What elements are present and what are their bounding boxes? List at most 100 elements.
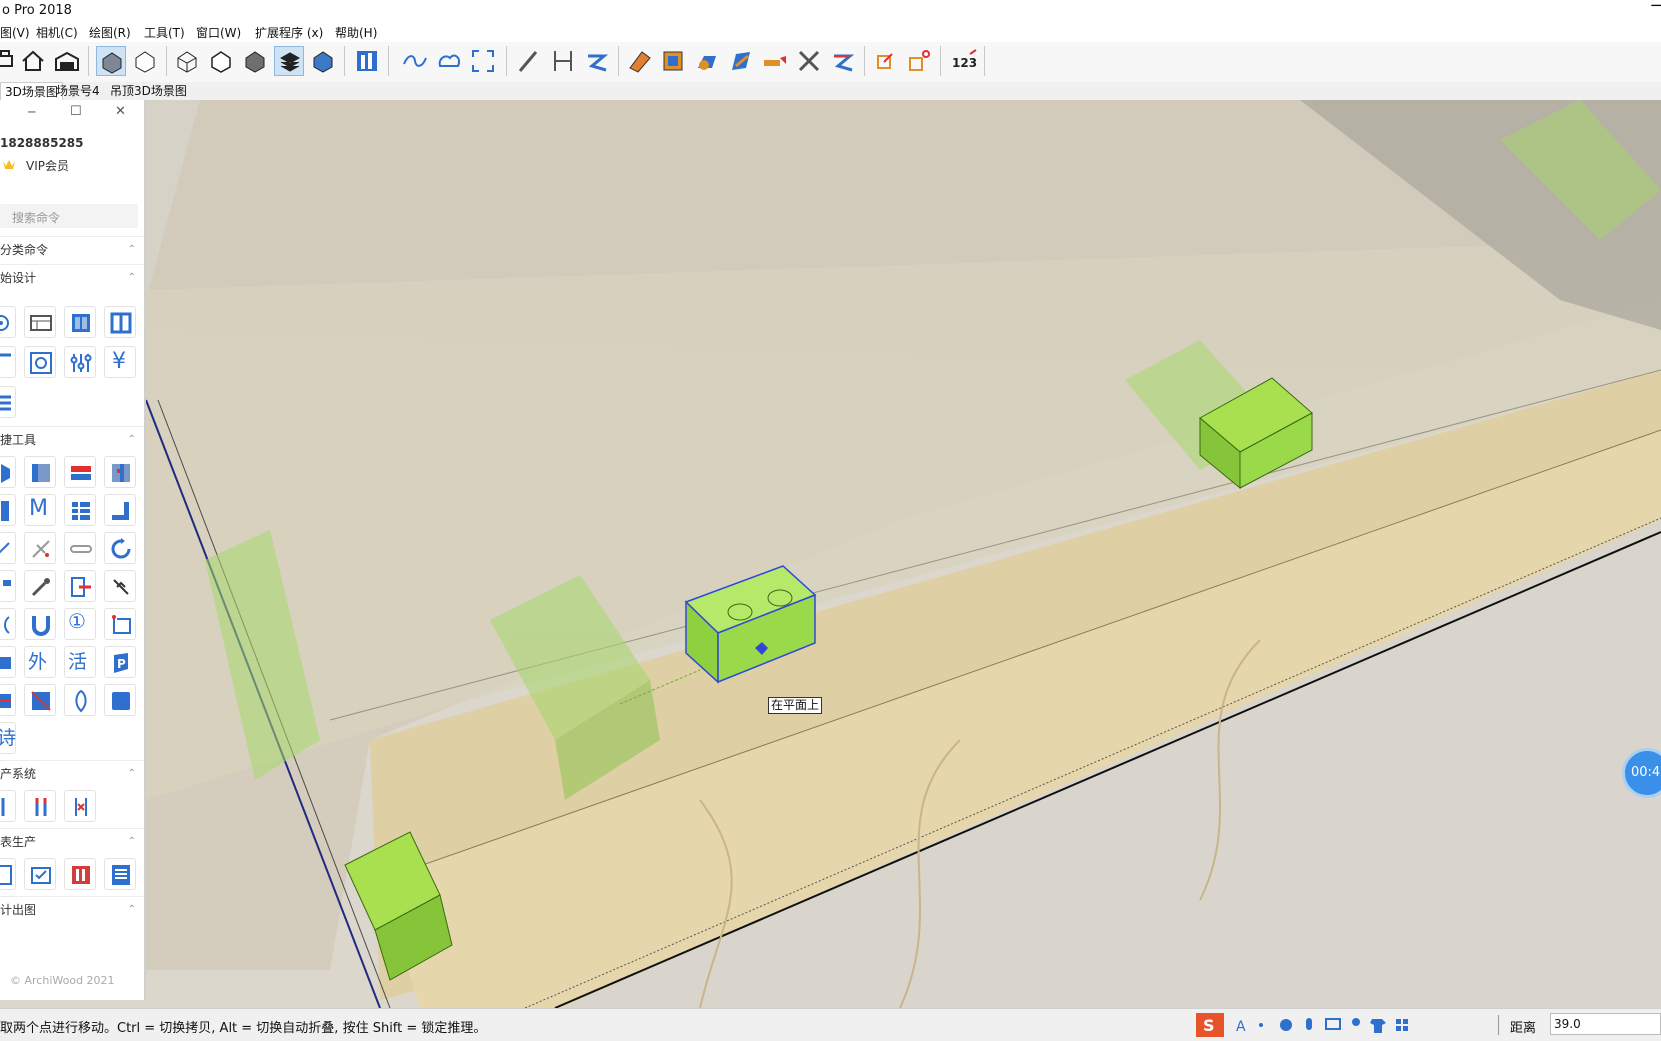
p-badge-icon[interactable]: P [104,646,136,678]
double-drill-icon[interactable] [24,790,56,822]
counter-123-icon[interactable]: 123 [950,46,980,76]
red-line-icon[interactable] [0,684,16,716]
zoom-extents-icon[interactable] [468,46,498,76]
search-input[interactable]: 搜索命令 [0,204,138,228]
archiwood-panel: ─ ☐ ✕ 1828885285 VIP会员 搜索命令 分类命令 ⌃ 始设计 ⌃ ¥… [0,100,146,1000]
menu-camera[interactable]: 相机(C) [36,24,78,41]
remove-drill-icon[interactable] [64,790,96,822]
home-icon[interactable] [18,46,48,76]
section-production-system[interactable]: 产系统 ⌃ [0,760,144,787]
tape-measure-icon[interactable] [760,46,790,76]
section-quick-tools[interactable]: 捷工具 ⌃ [0,426,144,453]
movable-tool-icon[interactable]: 活 [64,646,96,678]
rotate-shape-icon[interactable] [104,570,136,602]
pencil-draw-icon[interactable] [0,532,16,564]
monochrome-icon[interactable] [274,46,304,76]
section-icon[interactable] [352,46,382,76]
box-3d-icon[interactable] [0,456,16,488]
settings-gear-icon[interactable] [0,306,16,338]
poem-tool-icon[interactable]: 诗 [0,722,16,754]
vertical-divider-icon[interactable] [104,456,136,488]
menu-help[interactable]: 帮助(H) [335,24,377,41]
side-panel-icon[interactable] [24,456,56,488]
u-channel-icon[interactable] [24,608,56,640]
menu-view[interactable]: 图(V) [0,24,30,41]
checklist-icon[interactable] [24,858,56,890]
pan-icon[interactable] [434,46,464,76]
refresh-icon[interactable] [104,532,136,564]
outer-tool-icon[interactable]: 外 [24,646,56,678]
menu-draw[interactable]: 绘图(R) [89,24,131,41]
menu-bar: 图(V) 相机(C) 绘图(R) 工具(T) 窗口(W) 扩展程序 (x) 帮助… [0,22,1661,42]
svg-text:P: P [117,657,126,671]
cabinet-frame-icon[interactable] [24,306,56,338]
block-icon[interactable] [0,646,16,678]
iso-view-icon[interactable] [96,46,126,76]
panel-frame-icon[interactable] [104,306,136,338]
red-shelf-icon[interactable] [64,456,96,488]
drill-icon[interactable] [0,790,16,822]
xray-icon[interactable] [308,46,338,76]
report-list-icon[interactable] [104,858,136,890]
price-yuan-icon[interactable]: ¥ [104,346,136,378]
measure-tool-icon[interactable] [24,532,56,564]
eyedropper-icon[interactable] [24,570,56,602]
print-icon[interactable] [0,46,20,76]
rotate-icon[interactable] [870,46,900,76]
menu-window[interactable]: 窗口(W) [196,24,241,41]
corner-frame-icon[interactable] [104,608,136,640]
sliders-icon[interactable] [64,346,96,378]
shaded-view-icon[interactable] [130,46,160,76]
distance-label: 距离 [1510,1021,1537,1036]
eraser-icon[interactable] [624,46,654,76]
list-icon[interactable] [0,386,16,418]
offset-icon[interactable] [726,46,756,76]
dimension-icon[interactable] [548,46,578,76]
section-category-commands[interactable]: 分类命令 ⌃ [0,236,144,263]
number-one-icon[interactable]: ① [64,608,96,640]
diagonal-cut-icon[interactable] [24,684,56,716]
add-line-icon[interactable] [0,346,16,378]
grid-layout-icon[interactable] [64,494,96,526]
m-tool-icon[interactable]: M [24,494,56,526]
main-toolbar: 123 [0,42,1661,83]
follow-me-icon[interactable] [582,46,612,76]
sheet-icon[interactable] [0,858,16,890]
tab-ceiling-3d-scene[interactable]: 吊顶3D场景图 [106,82,191,100]
solid-square-icon[interactable] [104,684,136,716]
menu-extensions[interactable]: 扩展程序 (x) [255,24,323,41]
panel-maximize-button[interactable]: ☐ [70,104,82,119]
warehouse-icon[interactable] [52,46,82,76]
line-tool-icon[interactable] [514,46,544,76]
3d-viewport[interactable]: 在平面上 [0,100,1661,1008]
section-initial-design[interactable]: 始设计 ⌃ [0,264,144,291]
push-pull-icon[interactable] [692,46,722,76]
window-minimize-button[interactable]: ─ [1651,0,1661,15]
flag-icon[interactable] [0,570,16,602]
distance-input[interactable]: 39.0 [1550,1013,1661,1035]
gear-frame-icon[interactable] [24,346,56,378]
l-shape-icon[interactable] [104,494,136,526]
paint-bucket-icon[interactable] [658,46,688,76]
cut-icon[interactable] [794,46,824,76]
hidden-line-icon[interactable] [206,46,236,76]
move-icon[interactable] [828,46,858,76]
double-door-icon[interactable] [64,306,96,338]
shaded-texture-icon[interactable] [240,46,270,76]
scale-icon[interactable] [904,46,934,76]
arc-icon[interactable] [0,608,16,640]
wireframe-view-icon[interactable] [172,46,202,76]
leaf-icon[interactable] [64,684,96,716]
panel-minimize-button[interactable]: ─ [28,105,35,119]
panel-close-button[interactable]: ✕ [115,104,126,119]
door-panel-icon[interactable] [0,494,16,526]
section-design-drawing[interactable]: 计出图 ⌃ [0,896,144,923]
section-report-production[interactable]: 表生产 ⌃ [0,828,144,855]
red-cabinet-icon[interactable] [64,858,96,890]
hardware-rail-icon[interactable] [64,532,96,564]
tab-scene-4[interactable]: 场景号4 [52,82,104,100]
menu-tools[interactable]: 工具(T) [144,24,185,41]
insert-panel-icon[interactable] [64,570,96,602]
orbit-icon[interactable] [400,46,430,76]
ime-toolbar[interactable]: S A [1196,1013,1422,1037]
